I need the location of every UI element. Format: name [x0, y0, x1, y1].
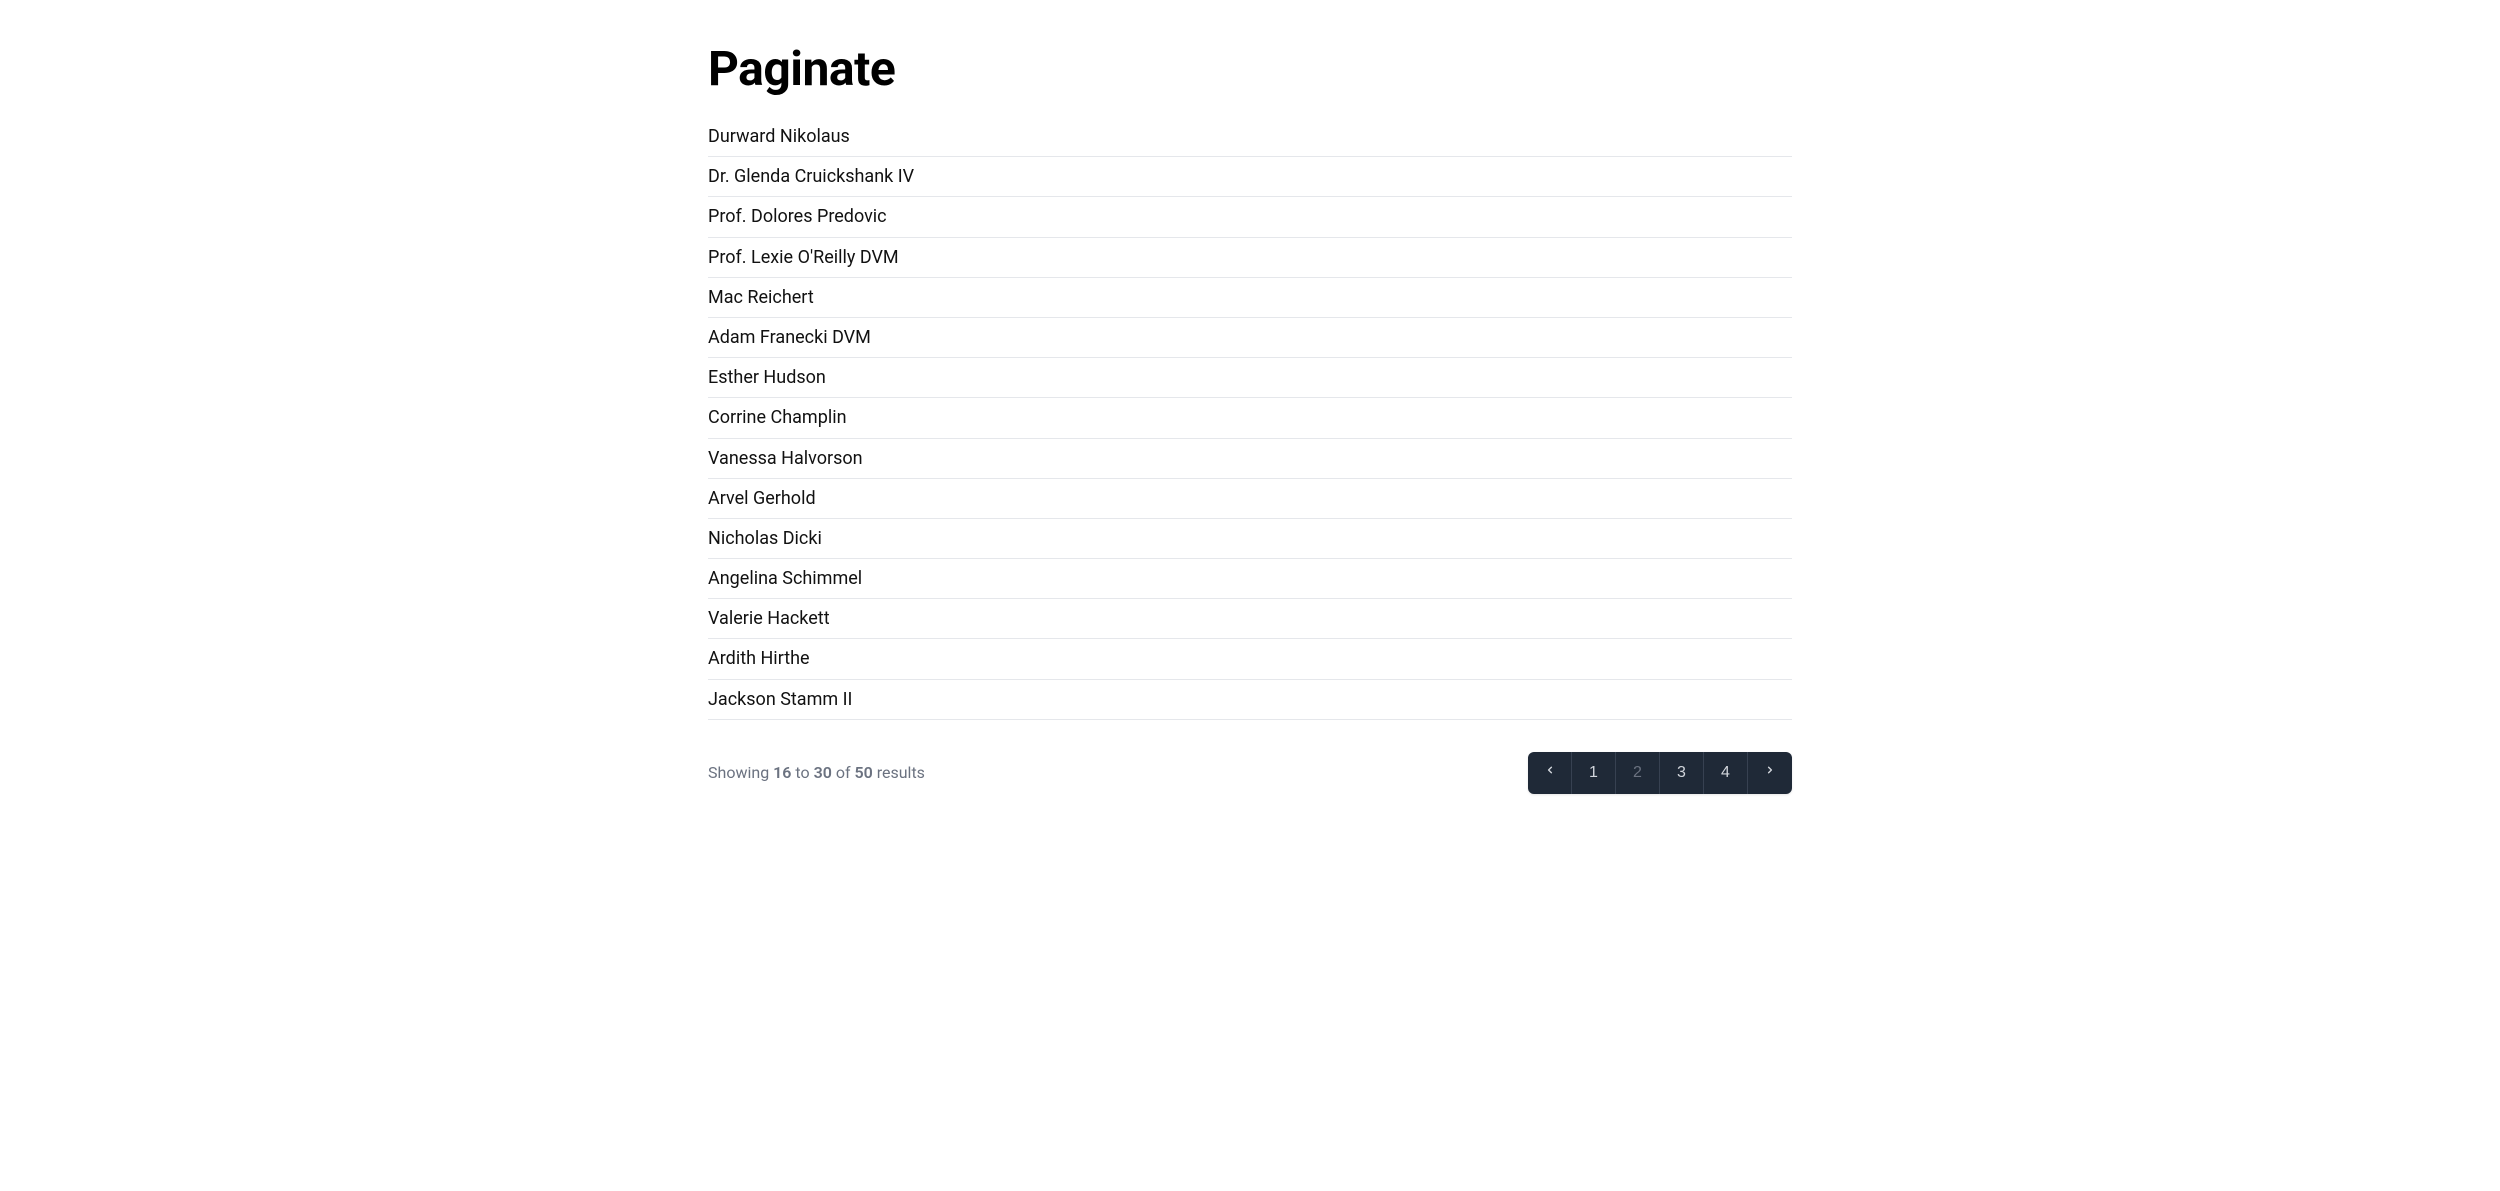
showing-prefix: Showing — [708, 763, 773, 782]
user-item: Vanessa Halvorson — [708, 439, 1792, 479]
user-item: Prof. Lexie O'Reilly DVM — [708, 238, 1792, 278]
results-summary: Showing 16 to 30 of 50 results — [708, 763, 925, 782]
user-item: Mac Reichert — [708, 278, 1792, 318]
user-item: Corrine Champlin — [708, 398, 1792, 438]
to-word: to — [791, 763, 813, 782]
results-total: 50 — [854, 763, 872, 782]
pagination-next-button[interactable] — [1748, 752, 1792, 794]
pagination-page-4[interactable]: 4 — [1704, 752, 1748, 794]
user-item: Jackson Stamm II — [708, 680, 1792, 720]
results-word: results — [873, 763, 925, 782]
pagination-page-3[interactable]: 3 — [1660, 752, 1704, 794]
user-item: Nicholas Dicki — [708, 519, 1792, 559]
user-item: Adam Franecki DVM — [708, 318, 1792, 358]
chevron-left-icon — [1543, 763, 1557, 782]
page-title: Paginate — [708, 40, 1792, 97]
user-item: Arvel Gerhold — [708, 479, 1792, 519]
pagination-controls: 1234 — [1528, 752, 1792, 794]
user-item: Prof. Dolores Predovic — [708, 197, 1792, 237]
user-item: Durward Nikolaus — [708, 117, 1792, 157]
pagination-page-1[interactable]: 1 — [1572, 752, 1616, 794]
user-item: Angelina Schimmel — [708, 559, 1792, 599]
results-to: 30 — [814, 763, 832, 782]
user-item: Dr. Glenda Cruickshank IV — [708, 157, 1792, 197]
user-item: Esther Hudson — [708, 358, 1792, 398]
user-item: Valerie Hackett — [708, 599, 1792, 639]
pagination-page-2: 2 — [1616, 752, 1660, 794]
user-list: Durward NikolausDr. Glenda Cruickshank I… — [708, 117, 1792, 720]
pagination-row: Showing 16 to 30 of 50 results 1234 — [708, 752, 1792, 794]
results-from: 16 — [773, 763, 791, 782]
user-item: Ardith Hirthe — [708, 639, 1792, 679]
pagination-prev-button[interactable] — [1528, 752, 1572, 794]
of-word: of — [832, 763, 855, 782]
chevron-right-icon — [1763, 763, 1777, 782]
